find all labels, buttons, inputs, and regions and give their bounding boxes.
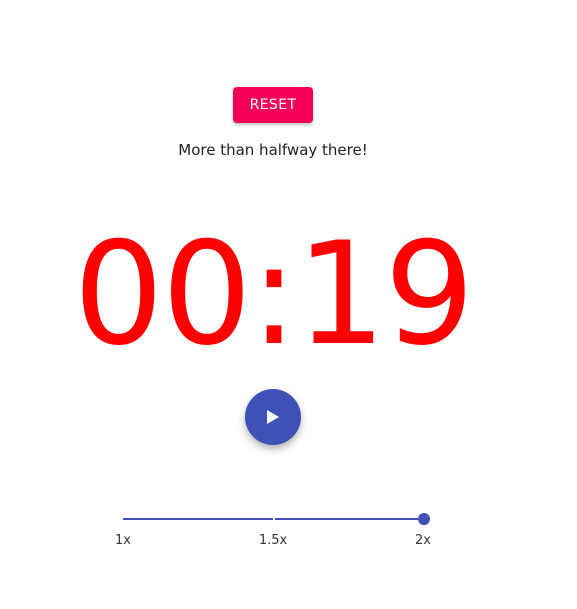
slider-label-1x: 1x xyxy=(115,533,131,548)
timer-display: 00:19 xyxy=(73,212,474,377)
slider-thumb[interactable] xyxy=(418,513,430,525)
slider-label-2x: 2x xyxy=(415,533,431,548)
play-button[interactable] xyxy=(245,389,301,445)
play-icon xyxy=(267,410,279,424)
status-message: More than halfway there! xyxy=(178,141,368,159)
slider-mark-1-5x xyxy=(273,518,275,520)
speed-slider[interactable] xyxy=(123,509,430,529)
slider-label-1-5x: 1.5x xyxy=(258,533,288,548)
reset-button[interactable]: RESET xyxy=(233,87,313,123)
